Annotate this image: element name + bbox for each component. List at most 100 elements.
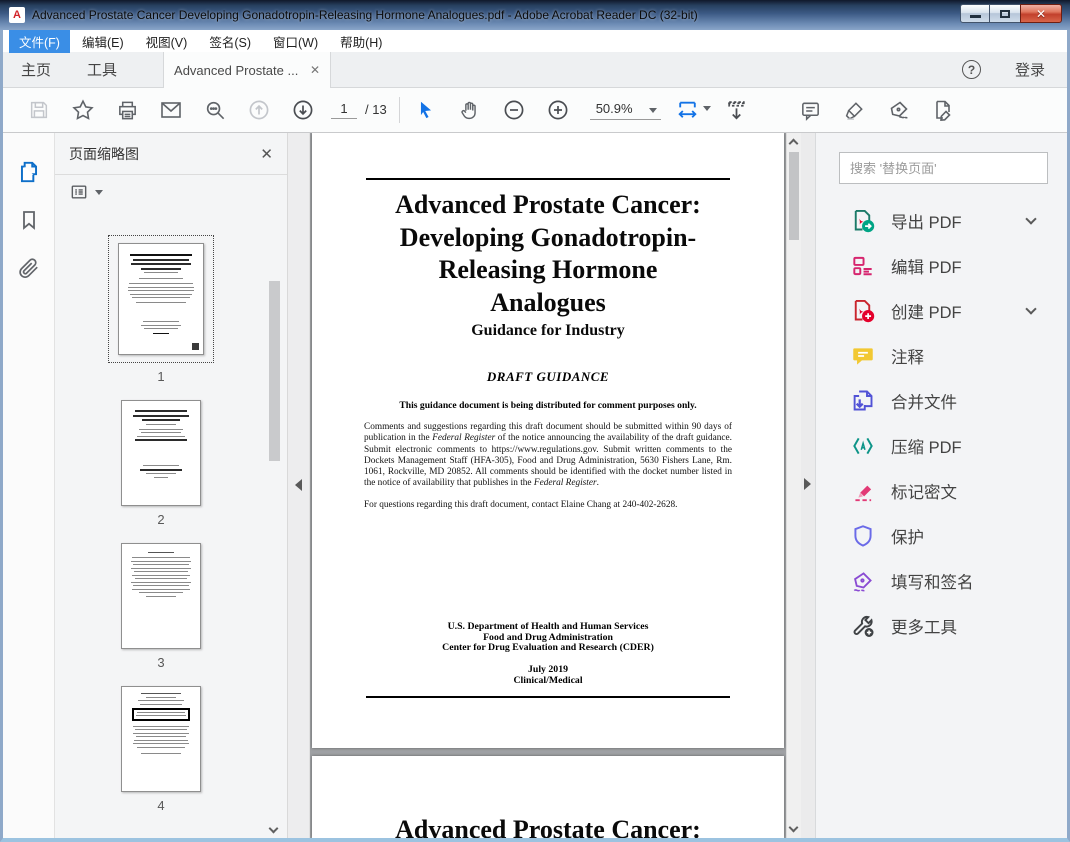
thumbnails-options-button[interactable] [55, 175, 287, 209]
thumbnails-scrollbar-thumb[interactable] [269, 281, 280, 461]
attachments-panel-button[interactable] [12, 251, 46, 285]
menu-edit[interactable]: 编辑(E) [72, 30, 134, 53]
page-thumbnails-icon [20, 161, 37, 183]
thumbnail-page-4[interactable] [121, 686, 201, 792]
left-panel-gutter [288, 133, 310, 838]
tool-label: 保护 [891, 528, 924, 547]
thumbnail-number-2: 2 [157, 512, 165, 527]
highlight-tool-button[interactable] [833, 92, 877, 128]
document-scrollbar-thumb[interactable] [789, 152, 799, 240]
minimize-icon [969, 15, 981, 18]
doc-title-line-3: Releasing Hormone [438, 255, 658, 284]
page-total-label: / 13 [365, 102, 387, 117]
thumbnails-panel-header: 页面缩略图 ✕ [55, 133, 287, 175]
tab-home[interactable]: 主页 [3, 52, 69, 87]
create-pdf-icon [849, 297, 876, 324]
tool-label: 标记密文 [891, 483, 957, 502]
tool-create-pdf[interactable]: 创建 PDF [816, 288, 1067, 333]
tool-label: 填写和签名 [891, 573, 974, 592]
page-thumbnails-panel-button[interactable] [12, 155, 46, 189]
close-button[interactable]: ✕ [1020, 4, 1062, 23]
star-icon [72, 99, 94, 120]
menu-help[interactable]: 帮助(H) [330, 30, 392, 53]
tool-compress-pdf[interactable]: 压缩 PDF [816, 423, 1067, 468]
fit-width-button[interactable] [671, 92, 715, 128]
title-rule-bottom [366, 695, 730, 698]
tool-edit-pdf[interactable]: 编辑 PDF [816, 243, 1067, 288]
previous-page-button[interactable] [237, 92, 281, 128]
tools-search-input[interactable] [839, 152, 1048, 184]
thumbnail-page-2[interactable] [121, 400, 201, 506]
menu-window[interactable]: 窗口(W) [263, 30, 328, 53]
menu-file[interactable]: 文件(F) [9, 29, 70, 53]
print-button[interactable] [105, 92, 149, 128]
hand-tool-button[interactable] [448, 92, 492, 128]
thumbnail-number-4: 4 [157, 798, 165, 813]
favorites-button[interactable] [61, 92, 105, 128]
zoom-in-button[interactable] [536, 92, 580, 128]
zoom-caret-icon [648, 107, 657, 113]
thumbnail-image-2 [121, 400, 201, 506]
email-button[interactable] [149, 92, 193, 128]
menu-sign[interactable]: 签名(S) [199, 30, 261, 53]
tab-document[interactable]: Advanced Prostate ... ✕ [163, 52, 332, 88]
zoom-level-value: 50.9% [595, 100, 633, 116]
next-page-button[interactable] [281, 92, 325, 128]
comments-paragraph: Comments and suggestions regarding this … [364, 422, 732, 490]
more-tools-wrench-icon [849, 612, 876, 639]
para-italic: Federal Register [533, 478, 597, 489]
save-button[interactable] [17, 92, 61, 128]
tool-export-pdf[interactable]: 导出 PDF [816, 198, 1067, 243]
export-pdf-icon [849, 207, 876, 234]
select-tool-button[interactable] [404, 92, 448, 128]
window-title: Advanced Prostate Cancer Developing Gona… [32, 8, 698, 22]
tool-fill-sign[interactable]: 填写和签名 [816, 558, 1067, 603]
zoom-level-control[interactable]: 50.9% [589, 100, 661, 120]
page-down-icon [293, 100, 313, 120]
contact-line: For questions regarding this draft docum… [364, 499, 678, 510]
tab-tools[interactable]: 工具 [69, 52, 135, 87]
fill-sign-tool-button[interactable] [877, 92, 921, 128]
stamp-tool-button[interactable] [921, 92, 965, 128]
tool-comment[interactable]: 注释 [816, 333, 1067, 378]
collapse-left-panel-arrow[interactable] [295, 479, 302, 491]
scroll-down-icon[interactable] [788, 822, 799, 833]
tool-label: 注释 [891, 348, 924, 367]
help-icon[interactable]: ? [961, 60, 981, 79]
thumbnail-page-3[interactable] [121, 543, 201, 649]
thumbnail-page-1[interactable] [108, 235, 214, 363]
thumbnails-scroll-down-icon[interactable] [268, 823, 279, 834]
comment-bubble-icon [802, 102, 819, 121]
page-number-input[interactable] [331, 101, 357, 119]
tool-combine-files[interactable]: 合并文件 [816, 378, 1067, 423]
envelope-icon [161, 102, 181, 118]
document-view[interactable]: Advanced Prostate Cancer: Developing Gon… [310, 133, 786, 838]
sign-in-button[interactable]: 登录 [1015, 59, 1045, 80]
window-controls: ✕ [960, 4, 1062, 23]
paperclip-icon [18, 258, 38, 278]
options-caret-icon [95, 189, 103, 195]
comment-tool-button[interactable] [789, 92, 833, 128]
bookmarks-panel-button[interactable] [12, 203, 46, 237]
thumbnails-scrollbar[interactable] [268, 225, 281, 834]
para-italic: Federal Register [432, 433, 496, 444]
tool-redact[interactable]: 标记密文 [816, 468, 1067, 513]
scroll-up-icon[interactable] [788, 138, 799, 149]
scrolling-mode-button[interactable] [715, 92, 759, 128]
maximize-button[interactable] [990, 4, 1020, 23]
tool-more-tools[interactable]: 更多工具 [816, 603, 1067, 648]
collapse-right-panel-arrow[interactable] [804, 478, 811, 490]
redact-icon [849, 477, 876, 504]
tab-document-label: Advanced Prostate ... [174, 62, 299, 78]
document-scrollbar[interactable] [786, 133, 801, 838]
chevron-down-icon [1025, 303, 1037, 315]
menu-view[interactable]: 视图(V) [136, 30, 198, 53]
search-button[interactable] [193, 92, 237, 128]
menu-bar: 文件(F) 编辑(E) 视图(V) 签名(S) 窗口(W) 帮助(H) [3, 29, 1067, 53]
zoom-out-button[interactable] [492, 92, 536, 128]
panel-close-icon[interactable]: ✕ [260, 145, 273, 163]
minimize-button[interactable] [960, 4, 990, 23]
pdf-page-2: Advanced Prostate Cancer: [312, 756, 784, 838]
tab-close-icon[interactable]: ✕ [310, 63, 320, 77]
tool-protect[interactable]: 保护 [816, 513, 1067, 558]
